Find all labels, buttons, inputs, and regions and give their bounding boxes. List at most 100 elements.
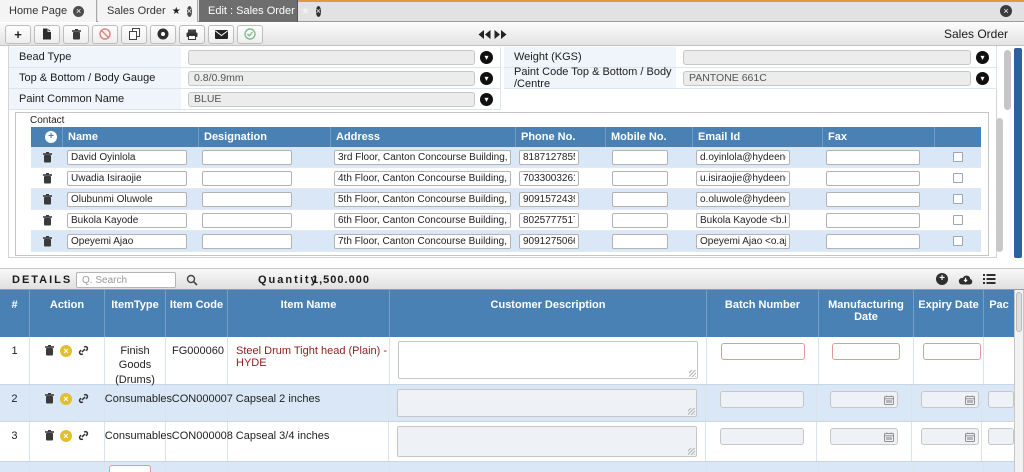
contact-fax-input[interactable] — [826, 233, 920, 249]
bead-type-input[interactable] — [188, 49, 475, 65]
contact-designation-input[interactable] — [202, 212, 292, 228]
delete-row-icon[interactable] — [42, 172, 52, 184]
delete-button[interactable] — [63, 24, 89, 44]
nav-previous-icon[interactable] — [478, 30, 491, 39]
star-icon[interactable]: ★ — [301, 6, 310, 17]
star-icon[interactable]: ★ — [172, 6, 181, 17]
contact-email-input[interactable] — [696, 170, 790, 186]
email-button[interactable] — [208, 24, 234, 44]
customer-description-textarea[interactable] — [397, 389, 697, 417]
paint-code-input[interactable] — [683, 70, 971, 86]
contact-mobile-input[interactable] — [612, 170, 668, 186]
delete-item-icon[interactable] — [44, 430, 54, 441]
contact-designation-input[interactable] — [202, 191, 292, 207]
contact-email-input[interactable] — [696, 191, 790, 207]
chevron-down-icon[interactable]: ▾ — [976, 50, 989, 64]
customer-description-textarea[interactable] — [398, 341, 698, 379]
search-icon[interactable] — [186, 274, 198, 286]
gauge-input[interactable] — [188, 70, 475, 86]
cancel-item-icon[interactable]: × — [59, 430, 72, 442]
search-input[interactable] — [76, 272, 176, 288]
contact-checkbox[interactable] — [953, 215, 963, 225]
contact-phone-input[interactable] — [519, 149, 579, 165]
resize-handle[interactable] — [689, 370, 696, 377]
delete-row-icon[interactable] — [42, 214, 52, 226]
contact-name-input[interactable] — [67, 191, 187, 207]
chevron-down-icon[interactable]: ▾ — [976, 71, 989, 85]
contact-checkbox[interactable] — [953, 152, 963, 162]
contact-address-input[interactable] — [334, 212, 511, 228]
resize-handle[interactable] — [687, 448, 695, 455]
contact-address-input[interactable] — [334, 149, 511, 165]
contact-address-input[interactable] — [334, 191, 511, 207]
weight-input[interactable] — [683, 49, 971, 65]
page-scrollbar[interactable] — [1014, 48, 1022, 258]
contact-checkbox[interactable] — [953, 194, 963, 204]
link-item-icon[interactable] — [78, 345, 89, 356]
close-icon[interactable]: × — [315, 5, 322, 17]
contact-checkbox[interactable] — [953, 173, 963, 183]
contact-mobile-input[interactable] — [612, 191, 668, 207]
link-item-icon[interactable] — [78, 430, 89, 441]
contact-designation-input[interactable] — [202, 233, 292, 249]
contact-mobile-input[interactable] — [612, 149, 668, 165]
contact-checkbox[interactable] — [953, 236, 963, 246]
add-contact-icon[interactable]: + — [45, 131, 57, 143]
form-scrollbar[interactable] — [1004, 50, 1011, 110]
link-item-icon[interactable] — [78, 393, 89, 404]
cloud-download-icon[interactable] — [958, 274, 973, 285]
manufacturing-date-input[interactable] — [832, 343, 900, 360]
cancel-item-icon[interactable]: × — [59, 393, 72, 405]
nav-next-icon[interactable] — [494, 30, 507, 39]
calendar-icon[interactable] — [965, 395, 976, 405]
delete-row-icon[interactable] — [42, 193, 52, 205]
item-type-input[interactable] — [109, 465, 151, 472]
batch-number-input[interactable] — [721, 343, 805, 360]
customer-description-textarea[interactable] — [397, 426, 697, 457]
contact-email-input[interactable] — [696, 212, 790, 228]
tab-home-page[interactable]: Home Page × — [0, 0, 97, 22]
chevron-down-icon[interactable]: ▾ — [480, 92, 493, 106]
chevron-down-icon[interactable]: ▾ — [480, 71, 493, 85]
copy-button[interactable] — [121, 24, 147, 44]
delete-item-icon[interactable] — [45, 345, 54, 356]
contact-name-input[interactable] — [67, 233, 187, 249]
close-icon[interactable]: × — [73, 5, 85, 17]
paste-button[interactable] — [34, 24, 60, 44]
contact-phone-input[interactable] — [519, 233, 579, 249]
contact-name-input[interactable] — [67, 170, 187, 186]
contact-phone-input[interactable] — [519, 170, 579, 186]
calendar-icon[interactable] — [884, 432, 895, 442]
contact-fax-input[interactable] — [826, 170, 920, 186]
expiry-date-input[interactable] — [923, 343, 981, 360]
close-icon[interactable]: × — [186, 5, 192, 17]
contact-phone-input[interactable] — [519, 191, 579, 207]
contact-designation-input[interactable] — [202, 170, 292, 186]
chevron-down-icon[interactable]: ▾ — [480, 50, 493, 64]
contact-email-input[interactable] — [696, 233, 790, 249]
delete-row-icon[interactable] — [42, 151, 52, 163]
close-all-icon[interactable]: × — [1000, 5, 1012, 17]
contact-name-input[interactable] — [67, 212, 187, 228]
add-item-icon[interactable]: + — [936, 273, 948, 285]
delete-item-icon[interactable] — [44, 393, 54, 404]
contact-address-input[interactable] — [334, 170, 511, 186]
approve-button[interactable] — [237, 24, 263, 44]
cancel-item-icon[interactable]: × — [60, 345, 72, 357]
contact-fax-input[interactable] — [826, 191, 920, 207]
new-button[interactable]: + — [5, 24, 31, 44]
tab-sales-order[interactable]: Sales Order ★ × — [98, 0, 198, 22]
delete-row-icon[interactable] — [42, 235, 52, 247]
contact-phone-input[interactable] — [519, 212, 579, 228]
list-view-icon[interactable] — [983, 274, 996, 284]
items-scrollbar[interactable] — [1014, 290, 1024, 472]
contact-address-input[interactable] — [334, 233, 511, 249]
contact-fax-input[interactable] — [826, 212, 920, 228]
resize-handle[interactable] — [687, 408, 695, 415]
contact-scrollbar[interactable] — [996, 118, 1003, 252]
items-scrollbar-thumb[interactable] — [1016, 292, 1022, 332]
contact-fax-input[interactable] — [826, 149, 920, 165]
calendar-icon[interactable] — [884, 395, 895, 405]
tab-edit-sales-order[interactable]: Edit : Sales Order ★ × — [199, 0, 322, 22]
settings-button[interactable] — [150, 24, 176, 44]
